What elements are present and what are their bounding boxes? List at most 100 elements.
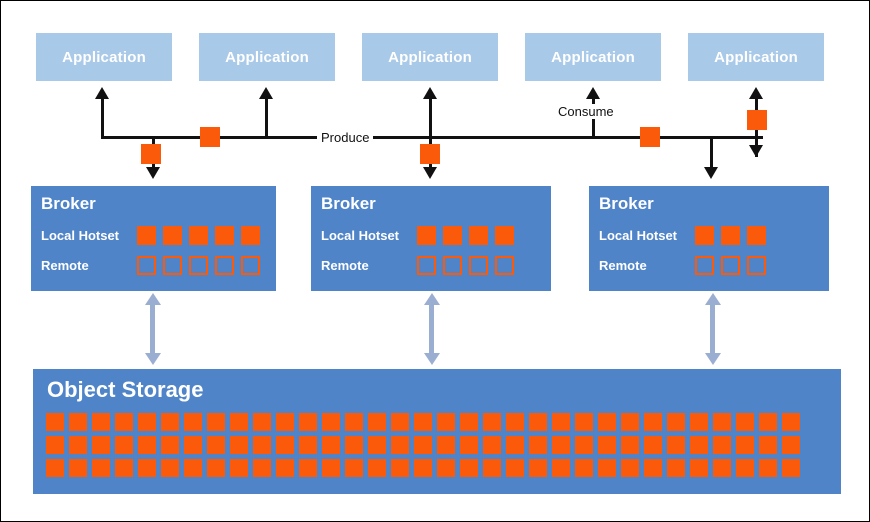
arrow-up-app-3 — [423, 87, 437, 99]
object-storage-cell — [759, 459, 777, 477]
object-storage-cell — [115, 413, 133, 431]
object-storage-cell — [230, 459, 248, 477]
riser-app-1 — [101, 99, 104, 137]
object-storage-cell — [115, 459, 133, 477]
object-storage-cell — [69, 436, 87, 454]
broker-row-label: Remote — [41, 257, 89, 273]
object-storage-cell — [598, 436, 616, 454]
object-storage-cell — [161, 459, 179, 477]
object-storage-cell — [483, 459, 501, 477]
arrow-up-app-5 — [749, 87, 763, 99]
broker-segment-chip — [417, 255, 436, 275]
broker-segment-chip — [747, 255, 766, 275]
object-storage-cell — [460, 436, 478, 454]
broker-title: Broker — [321, 194, 376, 213]
application-box-1: Application — [36, 33, 172, 81]
object-storage-cell — [552, 436, 570, 454]
object-storage-cell — [368, 436, 386, 454]
object-storage-cell — [207, 436, 225, 454]
object-storage-cell — [690, 436, 708, 454]
object-storage-cell — [782, 459, 800, 477]
object-storage-cell — [667, 413, 685, 431]
object-storage-cell — [552, 459, 570, 477]
object-storage-cell — [414, 459, 432, 477]
object-storage-cell — [713, 459, 731, 477]
object-storage-cell — [667, 436, 685, 454]
object-storage-cell — [575, 436, 593, 454]
object-storage-cell — [713, 413, 731, 431]
bus-segment-chip-1 — [200, 127, 220, 147]
object-storage-cell — [782, 436, 800, 454]
object-storage-cell — [759, 413, 777, 431]
arrow-up-app-4 — [586, 87, 600, 99]
broker-segment-chip — [695, 225, 714, 245]
storage-link-2-arrow-down — [424, 353, 440, 365]
object-storage-title: Object Storage — [47, 377, 204, 402]
object-storage-cell — [575, 459, 593, 477]
object-storage-cell — [69, 413, 87, 431]
object-storage-cell — [736, 413, 754, 431]
broker-segment-chip — [189, 225, 208, 245]
object-storage-cell — [115, 436, 133, 454]
broker-title: Broker — [599, 194, 654, 213]
object-storage-cell — [46, 413, 64, 431]
object-storage-cell — [460, 413, 478, 431]
bus-segment-chip-3 — [420, 144, 440, 164]
arrow-down-app-5 — [749, 145, 763, 157]
application-label: Application — [714, 48, 798, 66]
arrow-up-app-2 — [259, 87, 273, 99]
broker-segment-chip — [695, 255, 714, 275]
storage-link-1-line — [150, 301, 155, 353]
broker-row-label: Local Hotset — [599, 227, 678, 243]
object-storage-cell — [759, 436, 777, 454]
object-storage-cell — [621, 413, 639, 431]
object-storage-cell — [667, 459, 685, 477]
object-storage-cell — [276, 436, 294, 454]
application-box-4: Application — [525, 33, 661, 81]
architecture-diagram: Application Application Application Applica… — [0, 0, 870, 522]
riser-app-4 — [592, 117, 595, 137]
broker-segment-strip — [137, 255, 260, 275]
object-storage-panel: Object Storage — [33, 369, 841, 494]
object-storage-cell — [391, 413, 409, 431]
broker-segment-chip — [241, 255, 260, 275]
object-storage-cell — [46, 459, 64, 477]
object-storage-cell — [184, 436, 202, 454]
object-storage-cell — [138, 459, 156, 477]
object-storage-cell — [207, 459, 225, 477]
broker-segment-chip — [747, 225, 766, 245]
object-storage-cell — [736, 459, 754, 477]
object-storage-cell — [368, 459, 386, 477]
object-storage-cell — [391, 459, 409, 477]
object-storage-cell — [368, 413, 386, 431]
object-storage-cell — [621, 436, 639, 454]
object-storage-cell — [92, 413, 110, 431]
broker-row-label: Remote — [321, 257, 369, 273]
object-storage-cell — [736, 436, 754, 454]
object-storage-cell — [345, 459, 363, 477]
drop-broker-3 — [710, 136, 713, 170]
broker-row-remote: Remote — [41, 252, 276, 278]
object-storage-cell — [345, 413, 363, 431]
broker-segment-strip — [417, 255, 514, 275]
object-storage-cell — [322, 436, 340, 454]
object-storage-cell — [460, 459, 478, 477]
object-storage-cell — [299, 459, 317, 477]
application-box-3: Application — [362, 33, 498, 81]
object-storage-cell — [230, 436, 248, 454]
broker-segment-strip — [695, 255, 766, 275]
storage-link-3-line — [710, 301, 715, 353]
object-storage-cell — [161, 413, 179, 431]
object-storage-cell — [437, 413, 455, 431]
object-storage-cell — [644, 413, 662, 431]
broker-segment-chip — [215, 225, 234, 245]
broker-segment-chip — [469, 255, 488, 275]
object-storage-cell — [437, 459, 455, 477]
object-storage-cell — [253, 413, 271, 431]
storage-link-3-arrow-down — [705, 353, 721, 365]
object-storage-cell — [529, 413, 547, 431]
object-storage-cell — [69, 459, 87, 477]
object-storage-cell — [644, 459, 662, 477]
object-storage-cell — [276, 459, 294, 477]
riser-app-2 — [265, 99, 268, 137]
